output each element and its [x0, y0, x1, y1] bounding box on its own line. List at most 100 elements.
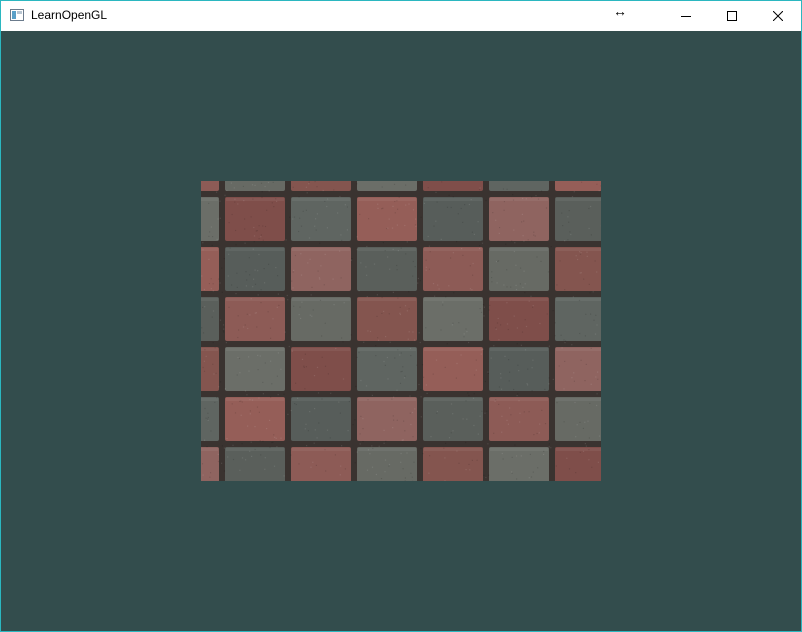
texture-speckle	[561, 212, 563, 214]
texture-speckle	[208, 258, 210, 260]
texture-speckle	[435, 191, 437, 193]
texture-speckle	[536, 432, 538, 435]
texture-speckle	[216, 191, 218, 193]
texture-speckle	[456, 450, 458, 452]
texture-speckle	[306, 192, 308, 194]
texture-speckle	[249, 274, 251, 276]
title-bar[interactable]: LearnOpenGL ↔	[1, 1, 801, 31]
texture-speckle	[471, 231, 473, 233]
texture-speckle	[218, 278, 220, 280]
texture-speckle	[392, 248, 394, 250]
texture-speckle	[260, 289, 262, 291]
texture-speckle	[365, 385, 368, 387]
texture-speckle	[579, 251, 581, 253]
texture-speckle	[498, 403, 500, 405]
texture-speckle	[448, 285, 450, 287]
texture-speckle	[481, 410, 483, 412]
texture-speckle	[408, 291, 410, 293]
texture-speckle	[270, 396, 272, 398]
texture-speckle	[528, 411, 530, 413]
texture-speckle	[270, 360, 272, 362]
texture-speckle	[251, 184, 254, 186]
texture-speckle	[258, 238, 260, 240]
texture-speckle	[310, 294, 312, 296]
texture-speckle	[290, 298, 292, 300]
texture-speckle	[343, 302, 345, 304]
texture-speckle	[573, 372, 575, 374]
paver-tile-highlight	[556, 348, 601, 351]
texture-speckle	[571, 377, 573, 379]
close-button[interactable]	[755, 1, 801, 31]
textured-quad	[201, 181, 601, 481]
texture-speckle	[427, 187, 429, 189]
texture-speckle	[428, 268, 430, 270]
texture-speckle	[469, 469, 471, 471]
texture-speckle	[248, 257, 250, 259]
texture-speckle	[532, 306, 534, 308]
texture-speckle	[573, 380, 575, 382]
texture-speckle	[501, 452, 503, 455]
paver-tile-highlight	[201, 298, 218, 301]
texture-speckle	[340, 277, 342, 279]
texture-speckle	[516, 343, 518, 345]
paver-tile-gray	[423, 297, 483, 341]
opengl-viewport[interactable]	[1, 31, 801, 631]
texture-speckle	[354, 419, 356, 421]
texture-speckle	[246, 279, 248, 281]
texture-speckle	[307, 262, 309, 264]
texture-speckle	[497, 317, 499, 320]
texture-speckle	[452, 413, 454, 415]
texture-speckle	[340, 465, 342, 467]
texture-speckle	[545, 207, 548, 209]
texture-speckle	[263, 268, 265, 270]
texture-speckle	[506, 323, 509, 325]
texture-speckle	[413, 461, 415, 463]
texture-speckle	[339, 412, 341, 414]
texture-speckle	[317, 270, 319, 272]
paver-tile-highlight	[556, 248, 601, 251]
texture-speckle	[566, 457, 568, 459]
texture-speckle	[230, 182, 232, 184]
texture-speckle	[480, 353, 482, 355]
texture-speckle	[260, 182, 263, 184]
texture-speckle	[326, 227, 328, 229]
texture-speckle	[300, 225, 303, 227]
texture-speckle	[481, 349, 483, 351]
maximize-icon	[727, 11, 737, 21]
minimize-button[interactable]	[663, 1, 709, 31]
texture-speckle	[584, 335, 586, 337]
texture-speckle	[405, 204, 407, 206]
texture-speckle	[327, 373, 329, 375]
texture-speckle	[483, 315, 485, 317]
resize-cursor-icon: ↔	[613, 3, 627, 19]
texture-speckle	[590, 234, 592, 236]
texture-speckle	[271, 442, 273, 444]
texture-speckle	[584, 380, 586, 382]
texture-speckle	[312, 461, 314, 463]
texture-speckle	[506, 302, 508, 304]
paver-tile-red	[555, 181, 601, 191]
maximize-button[interactable]	[709, 1, 755, 31]
texture-speckle	[507, 423, 509, 425]
texture-speckle	[255, 312, 257, 314]
texture-speckle	[232, 458, 235, 461]
texture-speckle	[528, 300, 530, 302]
texture-speckle	[523, 270, 525, 272]
texture-speckle	[350, 259, 352, 261]
paver-tile-red	[201, 447, 219, 481]
texture-speckle	[375, 355, 377, 357]
texture-speckle	[258, 253, 260, 256]
texture-speckle	[484, 380, 486, 383]
texture-speckle	[247, 425, 249, 427]
texture-speckle	[300, 253, 302, 255]
texture-speckle	[592, 291, 594, 293]
texture-speckle	[359, 433, 361, 435]
paver-tile-highlight	[424, 348, 482, 351]
texture-speckle	[423, 376, 425, 378]
texture-speckle	[356, 249, 358, 251]
texture-speckle	[457, 213, 459, 215]
texture-speckle	[525, 198, 527, 200]
paver-tile-gray	[291, 197, 351, 241]
texture-speckle	[517, 364, 519, 366]
texture-speckle	[436, 201, 438, 203]
